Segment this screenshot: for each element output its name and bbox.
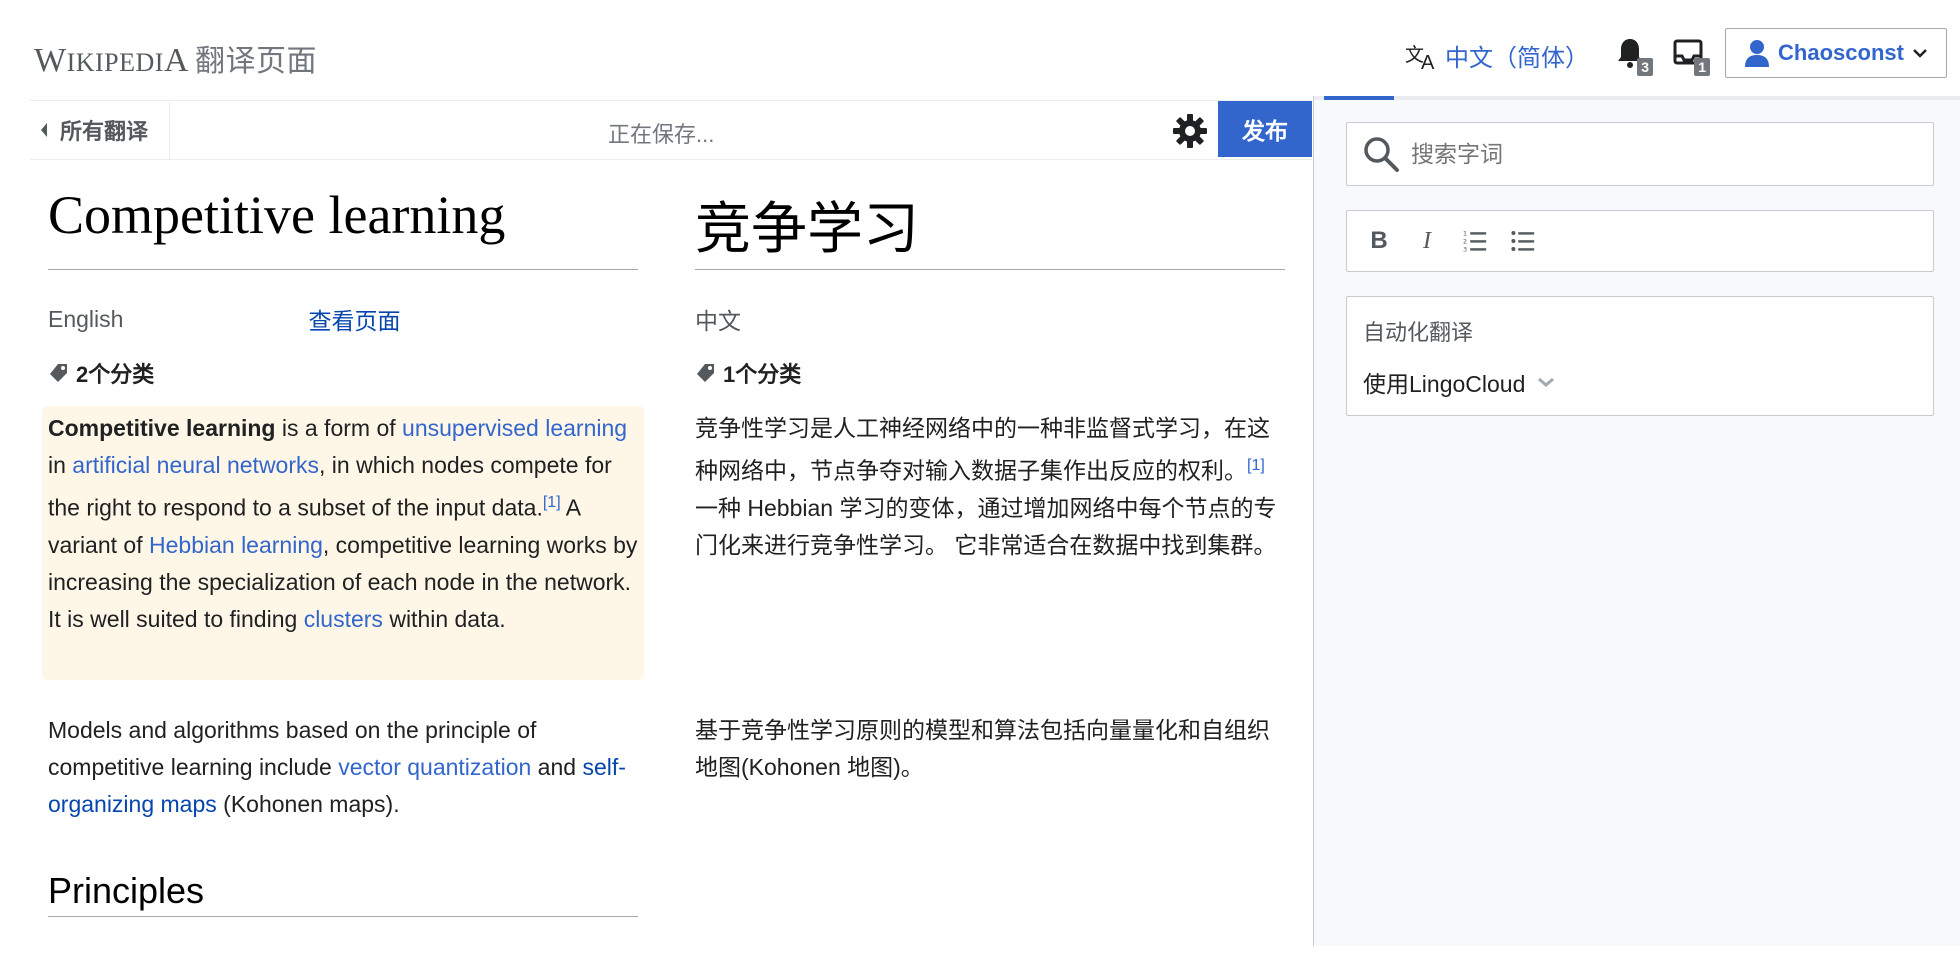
username-label: Chaosconst <box>1778 40 1904 65</box>
text-run: in <box>48 452 73 478</box>
text-run: (Kohonen maps). <box>216 791 400 817</box>
source-title: Competitive learning <box>48 160 638 270</box>
sidebar-tab-indicator <box>1324 96 1394 100</box>
wikipedia-logo[interactable]: WIKIPEDIA 翻译页面 <box>34 36 317 80</box>
tools-sidebar: B I 1 2 3 自动化翻译 使用Lin <box>1313 96 1960 946</box>
machine-translation-selector[interactable]: 使用LingoCloud <box>1363 365 1917 399</box>
target-paragraph-2[interactable]: 基于竞争性学习原则的模型和算法包括向量量化和自组织地图(Kohonen 地图)。 <box>695 712 1285 786</box>
tag-icon <box>697 364 714 382</box>
source-language: English <box>48 305 124 332</box>
link-artificial-neural-networks[interactable]: artificial neural networks <box>72 452 319 478</box>
bold-term: Competitive learning <box>48 415 276 441</box>
language-label: 中文（简体） <box>1445 45 1589 72</box>
italic-button[interactable]: I <box>1415 226 1439 256</box>
target-paragraph-1[interactable]: 竞争性学习是人工神经网络中的一种非监督式学习，在这种网络中，节点争夺对输入数据子… <box>695 410 1285 564</box>
save-status: 正在保存... <box>608 122 715 147</box>
chevron-left-icon <box>41 123 47 137</box>
alerts-button[interactable]: 3 <box>1615 36 1655 76</box>
user-icon <box>1745 40 1770 67</box>
text-run: 一种 Hebbian 学习的变体，通过增加网络中每个节点的专门化来进行竞争性学习… <box>695 494 1277 558</box>
logo-letters: IKIPEDI <box>66 48 164 77</box>
text-run: and <box>531 754 583 780</box>
target-categories-label: 1个分类 <box>723 362 802 387</box>
bold-button[interactable]: B <box>1367 226 1391 256</box>
publish-button[interactable]: 发布 <box>1218 101 1312 157</box>
svg-text:2: 2 <box>1463 237 1467 245</box>
svg-text:3: 3 <box>1463 245 1467 253</box>
view-page-link[interactable]: 查看页面 <box>308 302 400 336</box>
all-translations-button[interactable]: 所有翻译 <box>30 101 170 159</box>
link-vector-quantization[interactable]: vector quantization <box>338 754 531 780</box>
language-switcher[interactable]: 文 A 中文（简体） <box>1405 38 1589 74</box>
bullet-list-button[interactable] <box>1511 226 1535 256</box>
section-heading-principles: Principles <box>48 870 638 917</box>
user-menu-button[interactable]: Chaosconst <box>1725 28 1947 78</box>
settings-button[interactable] <box>1170 111 1210 151</box>
target-categories[interactable]: 1个分类 <box>695 358 1285 388</box>
text-run: 竞争性学习是人工神经网络中的一种非监督式学习，在这种网络中，节点争夺对输入数据子… <box>695 415 1270 484</box>
notices-count-badge: 1 <box>1694 58 1710 76</box>
sidebar-divider <box>1314 96 1960 100</box>
reference-1[interactable]: [1] <box>1247 457 1265 474</box>
logo-letter-w: W <box>34 42 67 79</box>
chevron-down-icon <box>1913 49 1927 58</box>
numbered-list-icon: 1 2 3 <box>1463 229 1487 253</box>
machine-translation-provider: 使用LingoCloud <box>1363 371 1526 397</box>
source-categories[interactable]: 2个分类 <box>48 358 638 388</box>
target-title[interactable]: 竞争学习 <box>695 160 1285 270</box>
translation-toolbar: 所有翻译 正在保存... 发布 <box>30 100 1313 160</box>
source-categories-label: 2个分类 <box>76 362 155 387</box>
text-run: within data. <box>382 605 506 632</box>
logo-subtitle: 翻译页面 <box>195 45 318 78</box>
source-paragraph-2[interactable]: Models and algorithms based on the princ… <box>48 712 638 823</box>
link-unsupervised-learning[interactable]: unsupervised learning <box>402 415 627 441</box>
source-column: Competitive learning English 查看页面 2个分类 C… <box>42 160 644 917</box>
text-run: is a form of <box>275 415 403 441</box>
svg-text:1: 1 <box>1463 229 1467 237</box>
format-toolbar: B I 1 2 3 <box>1346 210 1934 272</box>
gear-icon <box>1173 114 1207 148</box>
tag-icon <box>50 364 67 382</box>
all-translations-label: 所有翻译 <box>60 119 149 144</box>
source-paragraph-1[interactable]: Competitive learning is a form of unsupe… <box>48 410 638 638</box>
notices-button[interactable]: 1 <box>1672 36 1712 76</box>
bullet-list-icon <box>1511 231 1535 251</box>
search-icon <box>1364 137 1399 172</box>
source-meta: English 查看页面 <box>48 302 638 336</box>
page-header: WIKIPEDIA 翻译页面 文 A 中文（简体） 3 1 Chaosconst <box>0 0 1960 100</box>
link-clusters[interactable]: clusters <box>304 606 383 632</box>
dictionary-search-input[interactable] <box>1411 140 1891 168</box>
target-column: 竞争学习 中文 1个分类 竞争性学习是人工神经网络中的一种非监督式学习，在这种网… <box>695 160 1285 780</box>
target-meta: 中文 <box>695 304 1285 334</box>
dictionary-search[interactable] <box>1346 122 1934 186</box>
machine-translation-card: 自动化翻译 使用LingoCloud <box>1346 296 1934 416</box>
chevron-down-icon <box>1538 377 1555 387</box>
link-hebbian-learning[interactable]: Hebbian learning <box>149 532 323 558</box>
logo-letter-a: A <box>163 42 190 79</box>
alerts-count-badge: 3 <box>1637 58 1653 76</box>
target-language: 中文 <box>695 308 741 334</box>
svg-text:A: A <box>1421 52 1435 71</box>
numbered-list-button[interactable]: 1 2 3 <box>1463 226 1487 256</box>
translate-icon: 文 A <box>1405 41 1441 74</box>
reference-1[interactable]: [1] <box>543 494 561 511</box>
machine-translation-title: 自动化翻译 <box>1363 320 1474 345</box>
